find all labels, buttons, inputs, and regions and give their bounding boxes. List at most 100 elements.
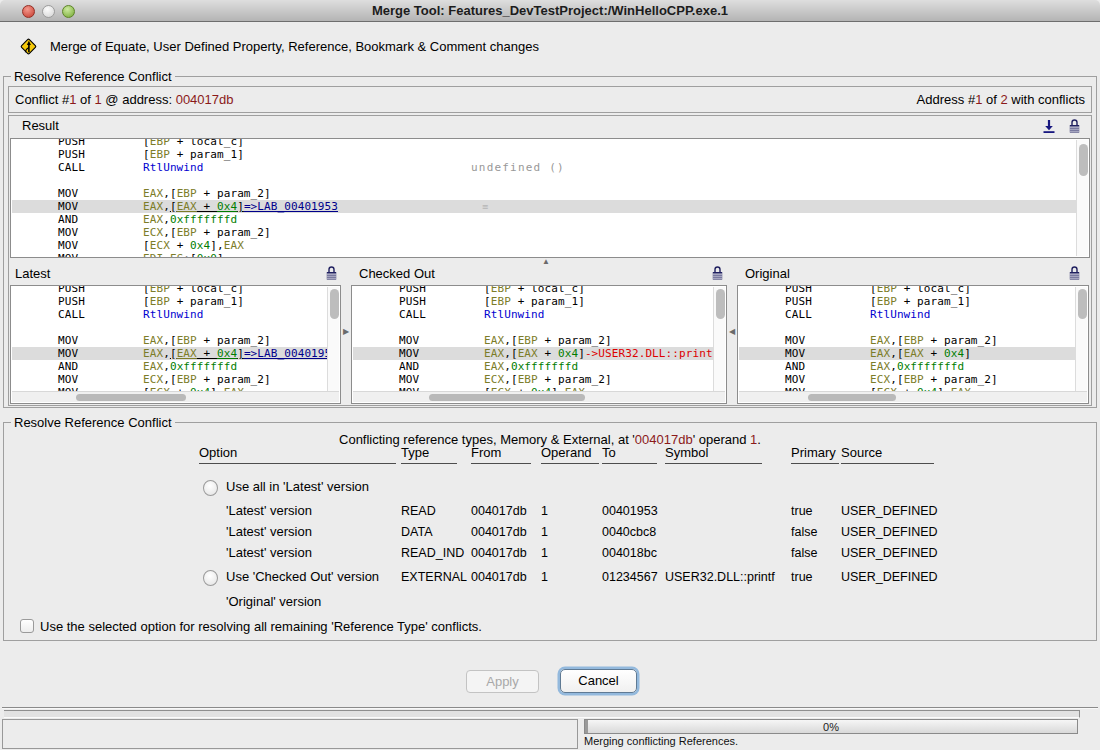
code-line: CALLRtlUnwindundefined () bbox=[12, 161, 1088, 174]
code-line: PUSH[EBP + param_1] bbox=[353, 295, 725, 308]
original-listing[interactable]: PUSH[EBP + local_c]PUSH[EBP + param_1]CA… bbox=[737, 285, 1089, 404]
cell-operand: 1 bbox=[541, 569, 548, 585]
code-line: PUSH[EBP + local_c] bbox=[12, 138, 1088, 148]
conflict-status-bar: Conflict #1 of 1 @ address: 004017db Add… bbox=[8, 86, 1092, 113]
splitter-collapse-icon[interactable]: ▲ bbox=[542, 258, 550, 266]
result-listing[interactable]: PUSH[EBP + local_c]PUSH[EBP + param_1]CA… bbox=[10, 138, 1090, 258]
lock-icon[interactable] bbox=[711, 265, 724, 281]
cell-primary: true bbox=[791, 569, 813, 585]
result-panel-title: Result bbox=[22, 118, 59, 133]
cancel-button[interactable]: Cancel bbox=[560, 669, 637, 693]
code-line: MOV[ECX + 0x4],EAX bbox=[12, 239, 1088, 252]
status-left-panel bbox=[2, 719, 578, 749]
checked-out-vertical-scrollbar[interactable] bbox=[713, 287, 725, 391]
code-line: PUSH[EBP + local_c] bbox=[12, 285, 339, 295]
checked-out-listing[interactable]: PUSH[EBP + local_c]PUSH[EBP + param_1]CA… bbox=[351, 285, 727, 404]
latest-horizontal-scrollbar[interactable] bbox=[12, 391, 339, 402]
code-line: MOVEAX,[EAX + 0x4]->USER32.DLL::printf bbox=[353, 347, 725, 360]
lock-icon[interactable] bbox=[325, 265, 338, 281]
code-line: MOVEAX,[EBP + param_2] bbox=[739, 334, 1087, 347]
code-line: MOVEAX,[EAX + 0x4] bbox=[739, 347, 1087, 360]
cell-type: EXTERNAL bbox=[401, 569, 467, 585]
code-line: PUSH[EBP + local_c] bbox=[739, 285, 1087, 295]
scrollbar-thumb[interactable] bbox=[330, 289, 339, 319]
cell-from: 004017db bbox=[471, 569, 527, 585]
cell-operand: 1 bbox=[541, 545, 548, 561]
original-vertical-scrollbar[interactable] bbox=[1075, 287, 1087, 391]
cell-source: USER_DEFINED bbox=[841, 503, 938, 519]
scrollbar-thumb[interactable] bbox=[1078, 289, 1087, 319]
cell-from: 004017db bbox=[471, 503, 527, 519]
conflict-table-row: 'Latest' version READ 004017db 1 00401953 tru… bbox=[4, 503, 1096, 519]
latest-vertical-scrollbar[interactable] bbox=[327, 287, 339, 391]
scrollbar-thumb[interactable] bbox=[1079, 144, 1088, 176]
merge-warning-icon bbox=[18, 36, 39, 57]
address-counter: Address #1 of 2 with conflicts bbox=[917, 87, 1085, 112]
lock-icon[interactable] bbox=[1068, 118, 1081, 134]
code-line: MOVEDI,ES:[0x0] bbox=[12, 252, 1088, 259]
code-line: ANDEAX,0xfffffffd bbox=[353, 360, 725, 373]
cell-source: USER_DEFINED bbox=[841, 569, 938, 585]
splitter-collapse-icon[interactable]: ▶ bbox=[343, 328, 349, 336]
cell-type: DATA bbox=[401, 524, 432, 540]
progress-bar: 0% bbox=[584, 719, 1078, 734]
cell-operand: 1 bbox=[541, 503, 548, 519]
cell-to: 00401953 bbox=[602, 503, 658, 519]
cell-type: READ bbox=[401, 503, 436, 519]
scrollbar-thumb[interactable] bbox=[76, 394, 186, 401]
checked-out-horizontal-scrollbar[interactable] bbox=[353, 391, 725, 402]
original-panel-title: Original bbox=[745, 266, 790, 281]
group-title: Resolve Reference Conflict bbox=[11, 69, 175, 85]
banner-message: Merge of Equate, User Defined Property, … bbox=[50, 38, 539, 55]
scrollbar-thumb[interactable] bbox=[716, 289, 725, 319]
conflict-counter: Conflict #1 of 1 @ address: 004017db bbox=[15, 87, 234, 112]
code-line: PUSH[EBP + param_1] bbox=[739, 295, 1087, 308]
code-line: PUSH[EBP + param_1] bbox=[12, 295, 339, 308]
splitter-collapse-icon[interactable]: ◀ bbox=[729, 328, 735, 336]
option-radio-button[interactable] bbox=[203, 480, 218, 496]
latest-panel-title: Latest bbox=[15, 266, 50, 281]
apply-button[interactable]: Apply bbox=[466, 670, 539, 693]
conflict-table-row: 'Latest' versionDATA004017db10040cbc8fal… bbox=[4, 524, 1096, 540]
code-line: CALLRtlUnwind bbox=[12, 308, 339, 321]
code-line: ANDEAX,0xfffffffd bbox=[739, 360, 1087, 373]
original-horizontal-scrollbar[interactable] bbox=[739, 391, 1087, 402]
cell-operand: 1 bbox=[541, 524, 548, 540]
cell-option: 'Latest' version bbox=[226, 524, 312, 540]
cell-source: USER_DEFINED bbox=[841, 524, 938, 540]
conflict-table-row: 'Latest' versionREAD_IND004017db1004018b… bbox=[4, 545, 1096, 561]
code-line: ANDEAX,0xfffffffd bbox=[12, 213, 1088, 226]
code-line bbox=[353, 321, 725, 334]
apply-to-all-checkbox[interactable] bbox=[20, 619, 34, 633]
scrollbar-thumb[interactable] bbox=[808, 394, 896, 401]
cell-type: READ_IND bbox=[401, 545, 464, 561]
cell-to: 004018bc bbox=[602, 545, 657, 561]
latest-listing[interactable]: PUSH[EBP + local_c]PUSH[EBP + param_1]CA… bbox=[10, 285, 341, 404]
option-radio-button[interactable] bbox=[203, 570, 218, 586]
code-line: MOVEAX,[EAX + 0x4]=>LAB_00401953≡ bbox=[12, 200, 1088, 213]
code-line: MOVECX,[EBP + param_2] bbox=[12, 226, 1088, 239]
code-line: MOVECX,[EBP + param_2] bbox=[739, 373, 1087, 386]
code-line: MOVEAX,[EBP + param_2] bbox=[12, 334, 339, 347]
arrow-down-icon[interactable] bbox=[1042, 119, 1056, 134]
code-line: MOVECX,[EBP + param_2] bbox=[12, 373, 339, 386]
cell-symbol: USER32.DLL::printf bbox=[665, 569, 775, 585]
cell-option[interactable]: Use 'Checked Out' version bbox=[226, 569, 379, 585]
cell-from: 004017db bbox=[471, 524, 527, 540]
result-vertical-scrollbar[interactable] bbox=[1076, 140, 1088, 256]
apply-to-all-label: Use the selected option for resolving al… bbox=[40, 619, 482, 635]
scrollbar-thumb[interactable] bbox=[429, 394, 585, 401]
code-line: PUSH[EBP + param_1] bbox=[12, 148, 1088, 161]
lock-icon[interactable] bbox=[1068, 265, 1081, 281]
conflict-table-row: Use 'Checked Out' version EXTERNAL004017d… bbox=[4, 569, 1096, 585]
cell-primary: true bbox=[791, 503, 813, 519]
cell-option: 'Original' version bbox=[226, 594, 321, 610]
code-line: ANDEAX,0xfffffffd bbox=[12, 360, 339, 373]
cell-source: USER_DEFINED bbox=[841, 545, 938, 561]
status-strip bbox=[4, 710, 1080, 718]
cell-option[interactable]: Use all in 'Latest' version bbox=[226, 479, 369, 495]
title-bar: Merge Tool: Features_DevTestProject:/Win… bbox=[0, 0, 1100, 22]
cell-option: 'Latest' version bbox=[226, 503, 312, 519]
progress-percent: 0% bbox=[585, 720, 1077, 734]
conflict-table-row: 'Original' version bbox=[4, 594, 1096, 610]
